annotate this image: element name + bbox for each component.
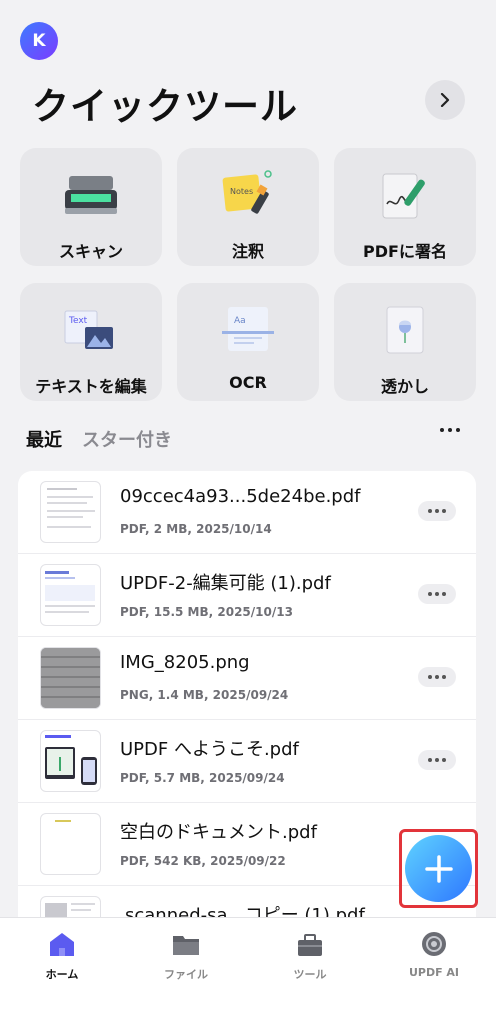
scanner-icon <box>59 166 123 224</box>
nav-home[interactable]: ホーム <box>0 930 124 982</box>
file-thumbnail <box>40 813 101 875</box>
list-item[interactable]: UPDF-2-編集可能 (1).pdf PDF, 15.5 MB, 2025/1… <box>18 554 476 637</box>
file-more-button[interactable] <box>418 750 456 770</box>
chevron-right-icon <box>440 93 450 107</box>
list-item[interactable]: 09ccec4a93...5de24be.pdf PDF, 2 MB, 2025… <box>18 471 476 554</box>
nav-label: ホーム <box>45 968 79 981</box>
tool-watermark[interactable]: 透かし <box>334 283 476 401</box>
tool-label: 透かし <box>380 377 429 396</box>
file-name: 09ccec4a93...5de24be.pdf <box>120 486 361 507</box>
edit-text-icon: Text <box>59 301 123 359</box>
tool-label: OCR <box>229 373 267 392</box>
page-title: クイックツール <box>32 85 298 128</box>
list-item[interactable]: IMG_8205.png PNG, 1.4 MB, 2025/09/24 <box>18 637 476 720</box>
nav-tools[interactable]: ツール <box>248 930 372 982</box>
file-name: UPDF-2-編集可能 (1).pdf <box>120 573 331 594</box>
avatar[interactable]: K <box>20 22 58 60</box>
tool-label: スキャン <box>58 242 123 261</box>
bottom-nav: ホーム ファイル ツール UPDF AI <box>0 917 496 1024</box>
file-more-button[interactable] <box>418 501 456 521</box>
file-thumbnail <box>40 730 101 792</box>
file-thumbnail <box>40 564 101 626</box>
nav-label: ツール <box>293 968 327 981</box>
signature-pen-icon <box>373 166 437 224</box>
tool-annotate[interactable]: Notes 注釈 <box>177 148 319 266</box>
file-meta: PNG, 1.4 MB, 2025/09/24 <box>120 688 289 702</box>
tool-ocr[interactable]: Aa OCR <box>177 283 319 401</box>
svg-text:Notes: Notes <box>230 187 253 196</box>
file-meta: PDF, 5.7 MB, 2025/09/24 <box>120 771 285 785</box>
list-options-button[interactable] <box>440 428 460 432</box>
home-icon <box>50 933 74 956</box>
file-more-button[interactable] <box>418 667 456 687</box>
file-name: UPDF へようこそ.pdf <box>120 739 299 760</box>
folder-icon <box>173 936 199 955</box>
tool-label: PDFに署名 <box>363 242 447 261</box>
watermark-icon <box>373 301 437 359</box>
tool-scan[interactable]: スキャン <box>20 148 162 266</box>
sticky-note-icon: Notes <box>216 166 280 224</box>
file-name: IMG_8205.png <box>120 652 250 673</box>
toolbox-icon <box>298 934 322 956</box>
more-tools-button[interactable] <box>425 80 465 120</box>
tool-label: テキストを編集 <box>35 377 147 396</box>
nav-label: UPDF AI <box>408 966 460 979</box>
tab-starred[interactable]: スター付き <box>82 426 172 452</box>
list-item[interactable]: UPDF へようこそ.pdf PDF, 5.7 MB, 2025/09/24 <box>18 720 476 803</box>
add-button[interactable] <box>405 835 472 902</box>
tool-sign[interactable]: PDFに署名 <box>334 148 476 266</box>
ocr-icon: Aa <box>216 301 280 359</box>
file-tabs: 最近 スター付き <box>26 426 172 452</box>
file-meta: PDF, 2 MB, 2025/10/14 <box>120 522 272 536</box>
ai-icon <box>422 932 446 956</box>
nav-files[interactable]: ファイル <box>124 930 248 982</box>
file-meta: PDF, 15.5 MB, 2025/10/13 <box>120 605 293 619</box>
file-thumbnail <box>40 647 101 709</box>
tab-recent[interactable]: 最近 <box>26 426 62 452</box>
plus-icon <box>424 854 453 883</box>
tool-label: 注釈 <box>231 242 264 261</box>
tool-edit-text[interactable]: Text テキストを編集 <box>20 283 162 401</box>
svg-text:Aa: Aa <box>234 316 246 326</box>
nav-updf-ai[interactable]: UPDF AI <box>372 930 496 979</box>
svg-text:Text: Text <box>68 316 88 326</box>
file-meta: PDF, 542 KB, 2025/09/22 <box>120 854 286 868</box>
nav-label: ファイル <box>164 968 208 981</box>
file-thumbnail <box>40 481 101 543</box>
file-more-button[interactable] <box>418 584 456 604</box>
file-name: 空白のドキュメント.pdf <box>120 822 317 843</box>
